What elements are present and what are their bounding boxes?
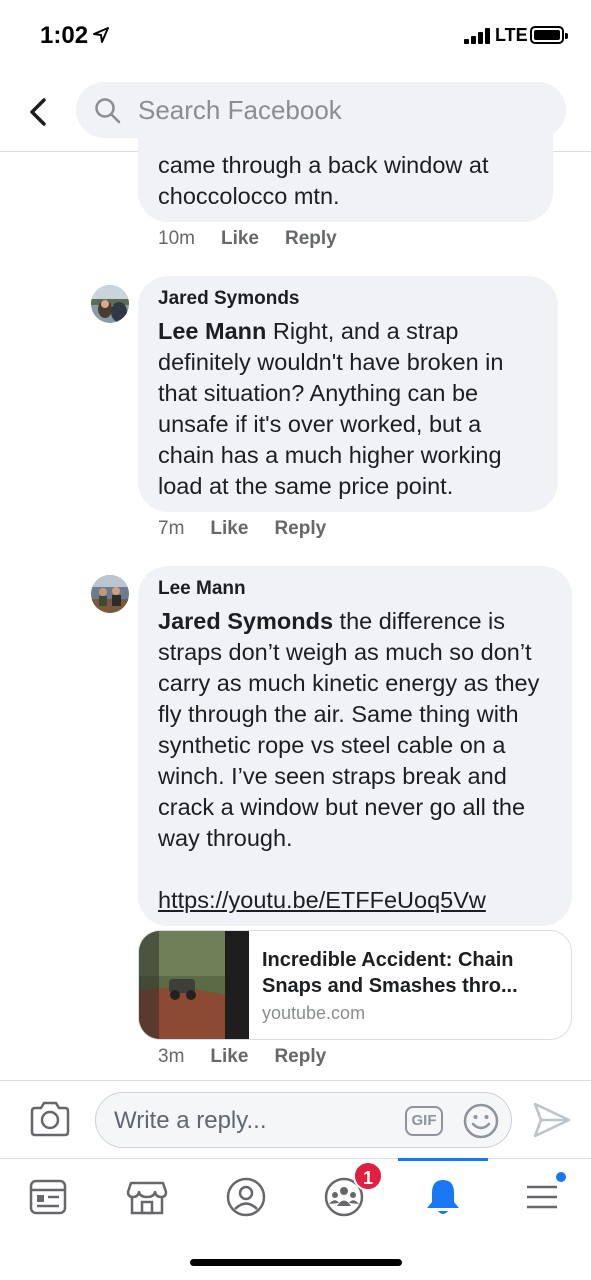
- avatar[interactable]: [91, 575, 129, 613]
- comment-author[interactable]: Lee Mann: [158, 578, 552, 600]
- reply-field[interactable]: GIF: [95, 1092, 512, 1148]
- comment-actions: 10m Like Reply: [158, 228, 337, 250]
- signal-icon: [464, 28, 492, 44]
- groups-badge: 1: [353, 1161, 383, 1191]
- comment-time: 10m: [158, 228, 195, 249]
- reply-input[interactable]: [114, 1105, 394, 1137]
- nav-marketplace[interactable]: [117, 1167, 177, 1227]
- search-bar[interactable]: [76, 82, 566, 138]
- reply-button[interactable]: Reply: [285, 228, 337, 250]
- mention-link[interactable]: Jared Symonds: [158, 608, 333, 634]
- link-preview-title: Incredible Accident: Chain Snaps and Sma…: [262, 949, 518, 997]
- youtube-link[interactable]: https://youtu.be/ETFFeUoq5Vw: [158, 887, 486, 913]
- home-indicator[interactable]: [190, 1259, 402, 1266]
- comment-bubble: Lee Mann Jared Symonds the difference is…: [138, 566, 572, 926]
- comment-body: the difference is straps don’t weigh as …: [158, 608, 540, 851]
- reply-button[interactable]: Reply: [274, 1046, 326, 1068]
- comment-time: 7m: [158, 518, 185, 539]
- menu-notification-dot: [554, 1170, 568, 1184]
- menu-icon: [527, 1185, 557, 1209]
- reply-composer: GIF: [0, 1080, 591, 1158]
- comment-author[interactable]: Jared Symonds: [158, 288, 538, 310]
- comment-text: came through a back window at choccolocc…: [158, 152, 489, 209]
- nav-news-feed[interactable]: [18, 1167, 78, 1227]
- comment-actions: 7m Like Reply: [158, 518, 326, 540]
- link-preview-domain: youtube.com: [262, 1003, 366, 1023]
- avatar-photo: [91, 575, 129, 613]
- link-preview-card[interactable]: Incredible Accident: Chain Snaps and Sma…: [138, 930, 572, 1040]
- comment-text: Jared Symonds the difference is straps d…: [158, 606, 552, 854]
- like-button[interactable]: Like: [210, 518, 248, 540]
- emoji-icon[interactable]: [462, 1102, 500, 1140]
- comment-body: Right, and a strap definitely wouldn't h…: [158, 318, 504, 499]
- comment-bubble: Jared Symonds Lee Mann Right, and a stra…: [138, 276, 558, 512]
- like-button[interactable]: Like: [210, 1046, 248, 1068]
- notifications-icon: [427, 1180, 459, 1214]
- mention-link[interactable]: Lee Mann: [158, 318, 266, 344]
- back-arrow-icon[interactable]: [18, 92, 58, 132]
- nav-profile[interactable]: [216, 1167, 276, 1227]
- battery-icon: [530, 26, 568, 44]
- network-label: LTE: [495, 25, 528, 45]
- avatar-photo: [91, 285, 129, 323]
- like-button[interactable]: Like: [221, 228, 259, 250]
- video-thumbnail: [139, 931, 249, 1039]
- gif-button[interactable]: GIF: [405, 1106, 443, 1136]
- active-tab-indicator: [398, 1158, 488, 1161]
- comment-text: Lee Mann Right, and a strap definitely w…: [158, 316, 538, 502]
- comment-time: 3m: [158, 1046, 185, 1067]
- nav-notifications[interactable]: [413, 1167, 473, 1227]
- camera-icon[interactable]: [28, 1099, 72, 1139]
- status-time: 1:02: [40, 22, 89, 49]
- profile-icon: [226, 1177, 266, 1217]
- avatar[interactable]: [91, 285, 129, 323]
- send-icon[interactable]: [532, 1101, 572, 1139]
- location-arrow-icon: [93, 27, 109, 43]
- status-bar: 1:02 LTE: [0, 0, 591, 72]
- search-input[interactable]: [138, 92, 538, 128]
- search-icon: [95, 98, 121, 124]
- comment-bubble: came through a back window at choccolocc…: [138, 132, 553, 222]
- marketplace-icon: [126, 1181, 168, 1215]
- news-feed-icon: [29, 1179, 67, 1215]
- comment-actions: 3m Like Reply: [158, 1046, 326, 1068]
- reply-button[interactable]: Reply: [274, 518, 326, 540]
